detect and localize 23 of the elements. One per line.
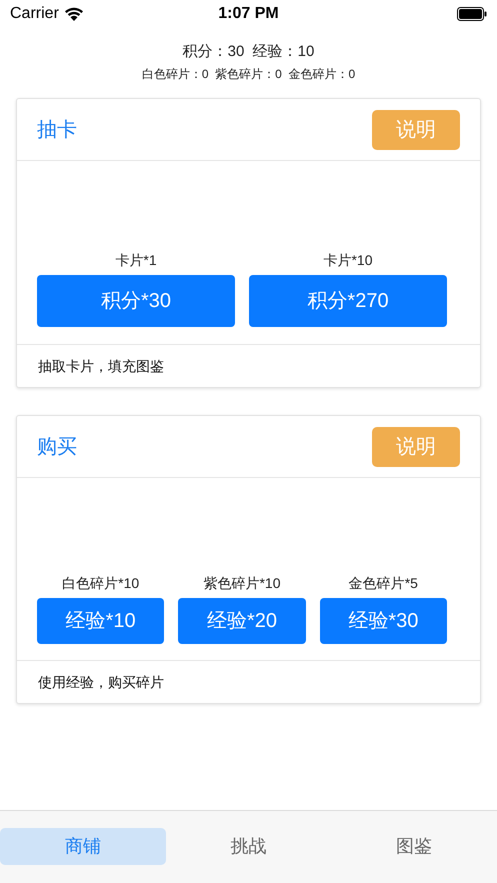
- purchase-button[interactable]: 积分*270: [249, 275, 447, 327]
- time-label: 1:07 PM: [218, 4, 279, 24]
- section-title: 抽卡: [37, 118, 77, 142]
- option-label: 卡片*10: [323, 251, 373, 269]
- option-label: 卡片*1: [115, 251, 157, 269]
- battery-icon: [457, 7, 487, 21]
- option-label: 紫色碎片*10: [203, 574, 280, 592]
- section-title: 购买: [37, 434, 77, 460]
- purchase-button[interactable]: 积分*30: [37, 275, 235, 327]
- purchase-button[interactable]: 经验*10: [37, 598, 164, 644]
- option-label: 白色碎片*10: [62, 574, 140, 592]
- tab[interactable]: 挑战: [166, 828, 332, 865]
- purchase-button[interactable]: 经验*30: [320, 598, 447, 644]
- points-summary: 积分：30 经验：10: [182, 42, 314, 62]
- purchase-button[interactable]: 经验*20: [178, 598, 306, 644]
- option-label: 金色碎片*5: [348, 574, 418, 592]
- fragments-summary: 白色碎片：0 紫色碎片：0 金色碎片：0: [142, 66, 356, 82]
- carrier-label: Carrier: [10, 4, 59, 24]
- wifi-icon: [64, 6, 84, 22]
- tab[interactable]: 图鉴: [331, 828, 497, 865]
- section-footer-text: 抽取卡片，填充图鉴: [38, 356, 164, 376]
- tab[interactable]: 商铺: [0, 828, 166, 865]
- section-footer-text: 使用经验，购买碎片: [38, 672, 164, 692]
